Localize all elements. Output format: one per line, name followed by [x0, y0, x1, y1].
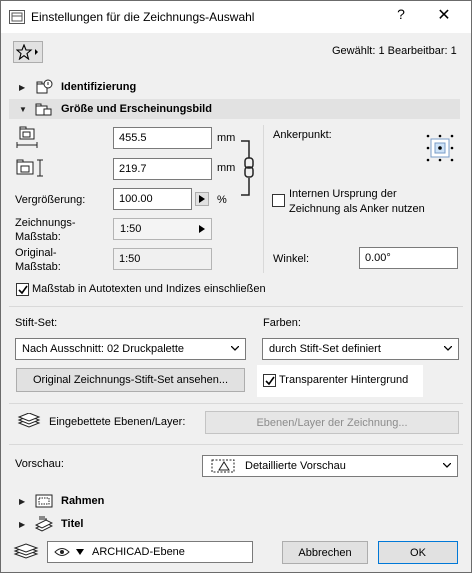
internal-origin-checkbox[interactable]	[272, 194, 285, 207]
triangle-right-icon	[199, 195, 205, 203]
section-frame-label: Rahmen	[61, 495, 105, 507]
triangle-right-icon	[199, 225, 205, 233]
identification-icon	[36, 79, 53, 94]
preview-value: Detaillierte Vorschau	[245, 460, 346, 472]
height-icon	[16, 159, 43, 177]
drawing-scale-label: Zeichnungs- Maßstab:	[15, 217, 76, 243]
section-title-label: Titel	[61, 518, 84, 530]
divider	[9, 444, 463, 445]
preview-label: Vorschau:	[15, 458, 64, 470]
internal-origin-label: Internen Ursprung der Zeichnung als Anke…	[289, 188, 425, 215]
colors-value: durch Stift-Set definiert	[269, 343, 381, 355]
transparent-bg-label: Transparenter Hintergrund	[279, 374, 409, 386]
title-icon	[35, 516, 53, 532]
autotext-scale-checkbox[interactable]	[16, 283, 29, 296]
original-scale-label: Original- Maßstab:	[15, 247, 61, 273]
section-identification[interactable]: ▶ Identifizierung	[9, 77, 460, 97]
penset-select[interactable]: Nach Ausschnitt: 02 Druckpalette	[15, 338, 246, 360]
checkmark-icon	[265, 376, 275, 386]
transparent-bg-checkbox[interactable]	[263, 374, 276, 387]
column-divider	[263, 125, 264, 273]
ok-button[interactable]: OK	[378, 541, 458, 564]
original-scale-field: 1:50	[113, 248, 212, 270]
layer-select[interactable]: ARCHICAD-Ebene	[47, 541, 253, 563]
frame-icon	[35, 494, 53, 508]
expand-triangle-icon: ▶	[19, 519, 26, 529]
chain-link-icon[interactable]	[239, 140, 261, 196]
chevron-down-icon	[443, 463, 451, 468]
title-bar: Einstellungen für die Zeichnungs-Auswahl…	[1, 1, 471, 33]
checkmark-icon	[18, 285, 28, 295]
preview-select[interactable]: Detaillierte Vorschau	[202, 455, 458, 477]
magnification-menu-button[interactable]	[195, 192, 209, 206]
expand-triangle-icon: ▶	[19, 82, 26, 92]
magnification-unit: %	[217, 194, 227, 206]
settings-dialog: Einstellungen für die Zeichnungs-Auswahl…	[0, 0, 472, 573]
size-appearance-icon	[35, 103, 52, 116]
close-button[interactable]: ✕	[433, 5, 455, 27]
penset-label: Stift-Set:	[15, 317, 58, 329]
angle-field[interactable]: 0.00°	[359, 247, 458, 269]
help-button[interactable]: ?	[391, 6, 411, 26]
drawing-scale-value: 1:50	[120, 223, 142, 235]
width-unit: mm	[217, 132, 236, 144]
eye-icon	[54, 548, 70, 556]
penset-value: Nach Ausschnitt: 02 Druckpalette	[22, 343, 185, 355]
embedded-layers-label: Eingebettete Ebenen/Layer:	[49, 416, 186, 428]
section-frame[interactable]: ▶ Rahmen	[9, 491, 460, 511]
view-original-penset-button[interactable]: Original Zeichnungs-Stift-Set ansehen...	[16, 368, 245, 392]
section-size-appearance-label: Größe und Erscheinungsbild	[61, 103, 212, 115]
autotext-scale-label: Maßstab in Autotexten und Indizes einsch…	[32, 283, 266, 295]
layer-stack-icon	[13, 543, 39, 559]
height-unit: mm	[217, 162, 236, 174]
section-title[interactable]: ▶ Titel	[9, 514, 460, 534]
layers-icon	[17, 413, 41, 428]
window-title: Einstellungen für die Zeichnungs-Auswahl	[31, 10, 255, 24]
cancel-button[interactable]: Abbrechen	[282, 541, 368, 564]
width-field[interactable]: 455.5	[113, 127, 212, 149]
colors-select[interactable]: durch Stift-Set definiert	[262, 338, 459, 360]
colors-label: Farben:	[263, 317, 301, 329]
section-size-appearance[interactable]: ▼ Größe und Erscheinungsbild	[9, 99, 460, 119]
angle-label: Winkel:	[273, 253, 310, 265]
favorites-button[interactable]	[13, 41, 43, 63]
section-identification-label: Identifizierung	[61, 81, 137, 93]
detailed-preview-icon	[211, 459, 235, 473]
dropdown-arrow-icon	[76, 549, 84, 555]
chevron-down-icon	[231, 346, 239, 351]
magnification-field[interactable]: 100.00	[113, 188, 192, 210]
drawing-layers-button[interactable]: Ebenen/Layer der Zeichnung...	[205, 411, 459, 434]
magnification-label: Vergrößerung:	[15, 194, 86, 206]
divider	[9, 306, 463, 307]
collapse-triangle-icon: ▼	[19, 104, 27, 114]
drawing-scale-select[interactable]: 1:50	[113, 218, 212, 240]
divider	[9, 403, 463, 404]
chevron-down-icon	[444, 346, 452, 351]
layer-value: ARCHICAD-Ebene	[92, 546, 185, 558]
selection-info: Gewählt: 1 Bearbeitbar: 1	[332, 45, 457, 57]
height-field[interactable]: 219.7	[113, 158, 212, 180]
anchor-label: Ankerpunkt:	[273, 129, 332, 141]
app-icon	[9, 10, 25, 24]
star-icon	[16, 44, 38, 60]
anchor-point-grid-icon[interactable]	[425, 133, 455, 163]
width-icon	[16, 126, 38, 148]
expand-triangle-icon: ▶	[19, 496, 26, 506]
